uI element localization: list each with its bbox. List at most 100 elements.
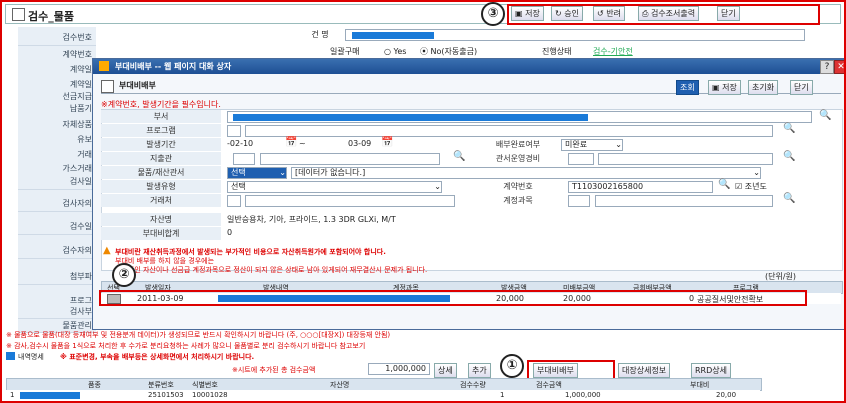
calendar-icon[interactable]: 📅 bbox=[285, 137, 297, 148]
sheet-total-label: ※시트에 추가된 총 검수금액 bbox=[232, 366, 316, 374]
bulk-yes-radio[interactable]: ○ Yes bbox=[384, 46, 406, 58]
period-to[interactable]: 03-09 bbox=[348, 139, 371, 148]
inspection-print-button[interactable]: ⎙ 검수조서출력 bbox=[638, 6, 700, 21]
save-button[interactable]: ▣ 저장 bbox=[511, 6, 544, 21]
warning-icon: ▲ bbox=[103, 245, 111, 256]
row-extra-cost: 20,00 bbox=[716, 391, 737, 399]
label-attachment: 첨부파 bbox=[18, 268, 96, 285]
dist-status-select[interactable]: 미완료 ⌄ bbox=[561, 139, 623, 151]
progress-label: 진행상태 bbox=[542, 47, 572, 56]
account-label: 계정과목 bbox=[503, 196, 533, 205]
vendor-code-input[interactable] bbox=[227, 195, 241, 207]
marker-2: ② bbox=[112, 263, 136, 287]
table-row[interactable] bbox=[6, 390, 760, 402]
payer-input[interactable] bbox=[260, 153, 440, 165]
notice-3: 건설중인 자산이나 선금급 계정과목으로 정산이 되지 않은 상태로 남아 있게… bbox=[115, 266, 428, 274]
print-icon: ⎙ bbox=[642, 9, 649, 18]
col-kind: 품종 bbox=[88, 381, 101, 389]
popup-window-title: 부대비배부 -- 웹 페이지 대화 상자 bbox=[115, 62, 232, 71]
calendar-icon[interactable]: 📅 bbox=[381, 137, 393, 148]
account-search-icon[interactable]: 🔍 bbox=[783, 193, 795, 204]
vendor-label: 거래처 bbox=[101, 194, 221, 207]
ops-search-icon[interactable]: 🔍 bbox=[783, 151, 795, 162]
subtotal-value: 0 bbox=[227, 228, 233, 237]
bulk-no-radio[interactable]: ⦿ No(자동출금) bbox=[420, 46, 477, 58]
save-icon: ▣ bbox=[515, 9, 523, 18]
asset-label: 자산명 bbox=[101, 213, 221, 226]
detail-button[interactable]: 상세 bbox=[434, 363, 457, 378]
add-button[interactable]: 추가 bbox=[468, 363, 491, 378]
dropdown-arrow-icon: ⌄ bbox=[615, 140, 622, 149]
payer-code-input[interactable] bbox=[233, 153, 255, 165]
row-qty: 1 bbox=[500, 391, 505, 399]
total-amount: 1,000,000 bbox=[368, 363, 430, 375]
dropdown-arrow-icon: ⌄ bbox=[753, 168, 760, 177]
extra-cost-distribute-button[interactable]: 부대비배부 bbox=[533, 363, 578, 378]
approve-button[interactable]: ↻ 승인 bbox=[551, 6, 583, 21]
popup-close-button[interactable]: 닫기 bbox=[790, 80, 813, 95]
ops-cost-label: 관서운영경비 bbox=[495, 154, 541, 163]
dist-status-label: 배부완료여부 bbox=[495, 140, 541, 149]
program-input[interactable] bbox=[245, 125, 773, 137]
popup-save-button[interactable]: ▣ 저장 bbox=[708, 80, 741, 95]
row-no: 1 bbox=[10, 391, 15, 399]
ledger-detail-button[interactable]: 대장상세정보 bbox=[618, 363, 671, 378]
contract-no-input[interactable]: T1103002165800 bbox=[568, 181, 713, 193]
contract-search-icon[interactable]: 🔍 bbox=[718, 179, 730, 190]
label-delivery: 납품기 bbox=[18, 100, 96, 117]
row-inspect-amount: 1,000,000 bbox=[565, 391, 601, 399]
subtotal-label: 부대비합계 bbox=[101, 227, 221, 240]
col-qty: 검수수량 bbox=[460, 381, 486, 389]
program-label: 프로그램 bbox=[101, 124, 221, 137]
period-label: 발생기간 bbox=[101, 138, 221, 151]
col-inspect-amount: 검수금액 bbox=[536, 381, 562, 389]
label-inspect-dept: 검사부 bbox=[18, 305, 96, 319]
program-code-input[interactable] bbox=[227, 125, 241, 137]
type-label: 발생유형 bbox=[101, 180, 221, 193]
account-input[interactable] bbox=[595, 195, 773, 207]
item-office-select[interactable]: 선택 ⌄ bbox=[227, 167, 287, 179]
window-title: 검수_물품 bbox=[28, 10, 74, 23]
period-from[interactable]: -02-10 bbox=[227, 139, 253, 148]
col-class-no: 분류번호 bbox=[148, 381, 174, 389]
popup-title-bar: 부대비배부 -- 웹 페이지 대화 상자 ? ✕ bbox=[93, 59, 846, 74]
type-select[interactable]: 선택 ⌄ bbox=[227, 181, 442, 193]
close-button[interactable]: 닫기 bbox=[717, 6, 740, 21]
rrd-detail-button[interactable]: RRD상세 bbox=[691, 363, 731, 378]
label-acceptor: 검수자의 bbox=[18, 242, 96, 259]
vendor-input[interactable] bbox=[245, 195, 455, 207]
item-office-list[interactable]: [데이터가 없습니다.] ⌄ bbox=[291, 167, 761, 179]
subject-label: 건 명 bbox=[311, 30, 329, 39]
search-button[interactable]: 조회 bbox=[676, 80, 699, 95]
section-title: 내역명세 bbox=[18, 353, 44, 361]
program-search-icon[interactable]: 🔍 bbox=[783, 123, 795, 134]
section-notice: ※ 표준변경, 부속을 배부등은 상세화면에서 처리하시기 바랍니다. bbox=[60, 353, 255, 361]
contract-no-label: 계약번호 bbox=[503, 182, 533, 191]
dropdown-arrow-icon: ⌄ bbox=[279, 168, 286, 177]
dept-label: 부서 bbox=[101, 110, 221, 123]
payer-label: 지출관 bbox=[101, 152, 221, 165]
progress-value: 검수-기안전 bbox=[593, 47, 633, 56]
prev-year-checkbox[interactable]: ☑ 조년도 bbox=[735, 181, 767, 192]
subject-value-redacted bbox=[352, 32, 434, 39]
dept-value-redacted bbox=[233, 114, 588, 121]
popup-subtitle: 부대비배부 bbox=[119, 81, 156, 90]
payer-search-icon[interactable]: 🔍 bbox=[453, 151, 465, 162]
return-button[interactable]: ↺ 반려 bbox=[593, 6, 625, 21]
notice-item-ledger: ※ 물품으로 물품(대장 등재여부 및 전용분개 데이터)가 생성되므로 반드시… bbox=[6, 331, 391, 339]
row-id-no: 10001028 bbox=[192, 391, 228, 399]
dept-search-icon[interactable]: 🔍 bbox=[819, 110, 831, 121]
reset-button[interactable]: 초기화 bbox=[748, 80, 779, 95]
section-icon bbox=[6, 352, 15, 360]
account-code-input[interactable] bbox=[568, 195, 590, 207]
label-inspect-date: 검사일 bbox=[18, 173, 96, 190]
bulk-purchase-label: 일괄구매 bbox=[330, 47, 360, 56]
help-icon[interactable]: ? bbox=[820, 60, 834, 74]
ops-cost-input[interactable] bbox=[598, 153, 773, 165]
return-icon: ↺ bbox=[597, 9, 604, 18]
marker-3: ③ bbox=[481, 2, 505, 26]
ops-cost-code-input[interactable] bbox=[568, 153, 594, 165]
col-extra-cost: 부대비 bbox=[690, 381, 710, 389]
asset-value: 일반승용차, 기아, 프라이드, 1.3 3DR GLXi, M/T bbox=[227, 215, 396, 224]
close-icon[interactable]: ✕ bbox=[834, 60, 846, 74]
